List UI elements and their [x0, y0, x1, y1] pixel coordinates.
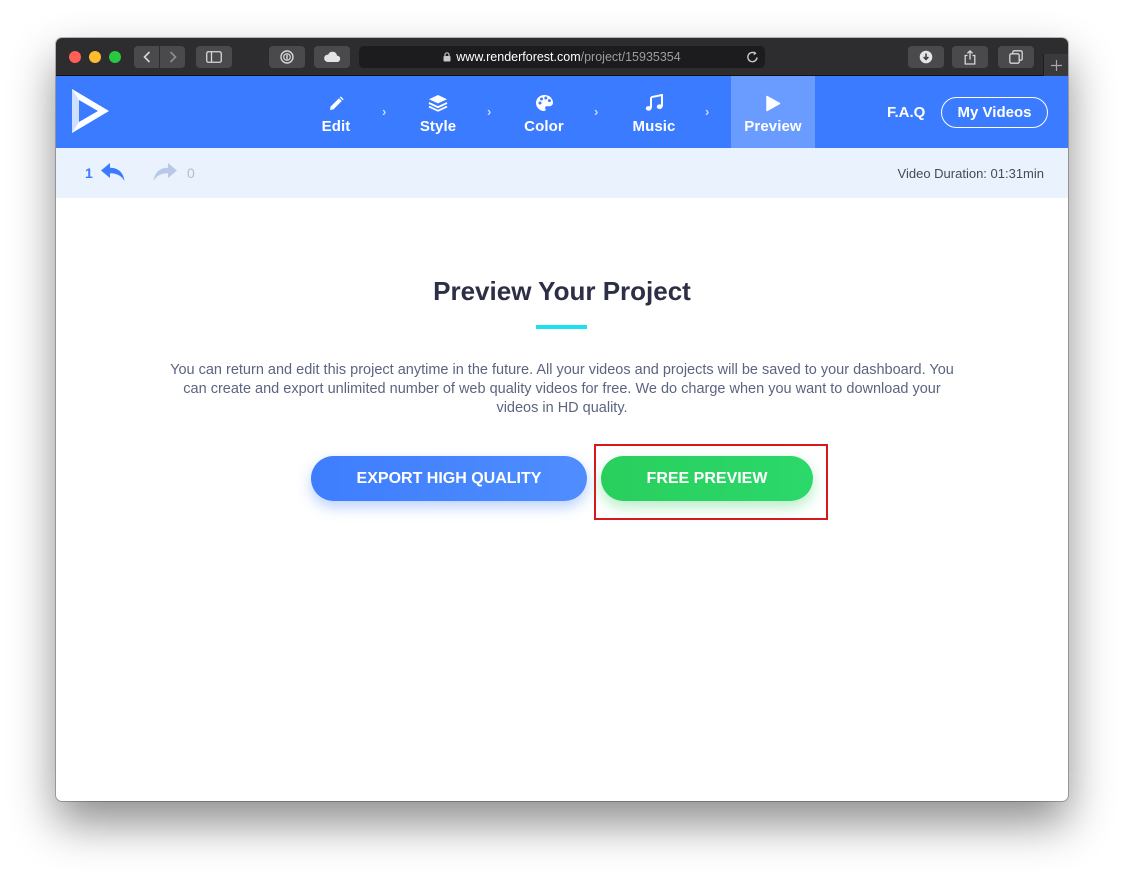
- video-duration: Video Duration: 01:31min: [897, 166, 1044, 181]
- lock-icon: [443, 52, 451, 62]
- step-edit[interactable]: Edit: [314, 76, 358, 148]
- step-label-style: Style: [419, 117, 457, 135]
- chevron-right-icon: ›: [382, 104, 387, 119]
- share-icon: [964, 49, 976, 65]
- page-title: Preview Your Project: [433, 276, 691, 306]
- plus-icon: [1050, 59, 1062, 71]
- step-label-color: Color: [524, 117, 564, 135]
- layers-icon: [428, 90, 448, 112]
- browser-window: www.renderforest.com/project/15935354 Ed…: [56, 38, 1068, 801]
- chevron-right-icon: ›: [705, 104, 710, 119]
- share-button[interactable]: [952, 46, 988, 68]
- history-bar: 1 0 Video Duration: 01:31min: [56, 148, 1068, 198]
- zoom-window-button[interactable]: [109, 51, 121, 63]
- url-path: /project/15935354: [580, 50, 681, 64]
- password-manager-button[interactable]: [269, 46, 305, 68]
- chevron-right-icon: ›: [487, 104, 492, 119]
- redo-count: 0: [187, 165, 195, 181]
- step-style[interactable]: Style: [412, 76, 464, 148]
- app-header: Edit › Style › Color › Music › Preview F…: [56, 76, 1068, 148]
- sidebar-toggle-button[interactable]: [196, 46, 232, 68]
- free-preview-button[interactable]: FREE PREVIEW: [601, 456, 813, 501]
- chevron-right-icon: ›: [594, 104, 599, 119]
- export-high-quality-button[interactable]: EXPORT HIGH QUALITY: [311, 456, 587, 501]
- title-underline: [536, 325, 587, 329]
- step-label-edit: Edit: [321, 117, 351, 135]
- forward-button[interactable]: [160, 46, 185, 68]
- sidebar-icon: [206, 51, 222, 63]
- browser-toolbar: www.renderforest.com/project/15935354: [56, 38, 1068, 76]
- step-preview[interactable]: Preview: [731, 76, 815, 148]
- undo-icon[interactable]: [100, 162, 126, 187]
- password-icon: [280, 50, 294, 64]
- downloads-button[interactable]: [908, 46, 944, 68]
- step-music[interactable]: Music: [627, 76, 681, 148]
- step-label-preview: Preview: [744, 117, 802, 135]
- tab-overview-button[interactable]: [998, 46, 1034, 68]
- icloud-button[interactable]: [314, 46, 350, 68]
- step-color[interactable]: Color: [519, 76, 569, 148]
- step-label-music: Music: [632, 117, 676, 135]
- chevron-right-icon: [169, 51, 177, 63]
- pencil-icon: [328, 90, 344, 112]
- renderforest-logo[interactable]: [69, 86, 113, 141]
- page-description: You can return and edit this project any…: [170, 362, 954, 416]
- cloud-icon: [324, 51, 341, 62]
- new-tab-button[interactable]: [1043, 54, 1068, 76]
- reload-icon[interactable]: [746, 50, 759, 64]
- music-note-icon: [645, 90, 663, 112]
- url-domain: www.renderforest.com: [456, 50, 581, 64]
- back-button[interactable]: [134, 46, 159, 68]
- my-videos-button[interactable]: My Videos: [941, 97, 1048, 128]
- tabs-icon: [1009, 50, 1023, 64]
- palette-icon: [535, 90, 554, 112]
- download-icon: [919, 50, 933, 64]
- close-window-button[interactable]: [69, 51, 81, 63]
- undo-count: 1: [85, 165, 93, 181]
- play-logo-icon: [72, 89, 109, 133]
- address-bar[interactable]: www.renderforest.com/project/15935354: [359, 46, 765, 68]
- play-icon: [765, 90, 781, 112]
- faq-link[interactable]: F.A.Q: [887, 104, 925, 121]
- history-nav-group: [134, 46, 185, 68]
- minimize-window-button[interactable]: [89, 51, 101, 63]
- chevron-left-icon: [142, 51, 150, 63]
- redo-icon[interactable]: [152, 162, 178, 187]
